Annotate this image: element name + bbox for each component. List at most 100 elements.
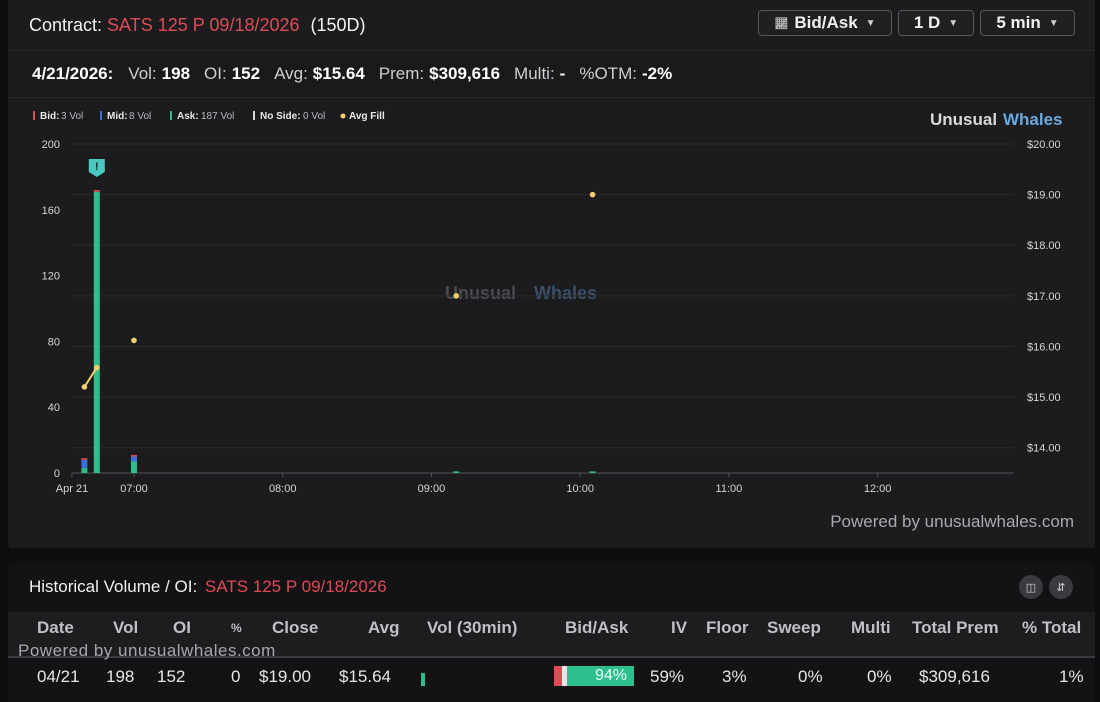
cell-vol: 198	[106, 667, 135, 686]
bid-ask-volume-chart[interactable]: Bid: 3 Vol Mid: 8 Vol Ask: 187 Vol No Si…	[8, 99, 1095, 504]
volume-bars: !	[81, 159, 596, 473]
bid-segment	[554, 666, 562, 686]
avg-fill-point	[589, 191, 596, 198]
contract-label: Contract:	[29, 14, 103, 35]
noside-legend-swatch	[253, 111, 255, 120]
mid-legend-label: Mid:	[107, 111, 128, 122]
interval-dropdown[interactable]: 5 min ▼	[980, 10, 1075, 36]
x-tick-label: 08:00	[269, 483, 297, 495]
ask-legend-vol: 187 Vol	[201, 111, 234, 122]
y-left-tick-label: 200	[42, 139, 60, 151]
prem-key: Prem:	[378, 64, 425, 83]
col-pct[interactable]: %	[231, 621, 242, 635]
cell-iv: 59%	[650, 667, 685, 686]
vol-value: 198	[161, 64, 191, 83]
y-left-tick-label: 80	[48, 336, 60, 348]
table-header: Date Vol OI % Close Avg Vol (30min) Bid/…	[8, 612, 1095, 660]
col-multi[interactable]: Multi	[851, 618, 891, 638]
col-oi[interactable]: OI	[173, 618, 191, 638]
chevron-down-icon: ▼	[1048, 17, 1059, 29]
otm-key: %OTM:	[579, 64, 637, 83]
col-floor[interactable]: Floor	[706, 618, 749, 638]
y-left-tick-label: 0	[54, 468, 60, 480]
bid-bar	[93, 190, 100, 192]
col-vol[interactable]: Vol	[113, 618, 138, 638]
expand-collapse-icon[interactable]: ⇵	[1049, 575, 1073, 599]
view-dropdown-label: Bid/Ask	[794, 13, 858, 32]
historical-contract: SATS 125 P 09/18/2026	[204, 577, 387, 596]
cell-avg: $15.64	[339, 667, 391, 686]
historical-volume-panel: Historical Volume / OI: SATS 125 P 09/18…	[8, 563, 1095, 702]
bid-legend-swatch	[33, 111, 35, 120]
col-total-prem[interactable]: Total Prem	[912, 618, 999, 638]
y-right-tick-label: $15.00	[1027, 392, 1061, 404]
ask-bar	[589, 471, 596, 473]
range-dropdown[interactable]: 1 D ▼	[898, 10, 974, 36]
bid-legend-vol: 3 Vol	[61, 111, 83, 122]
chart-legend: Bid: 3 Vol Mid: 8 Vol Ask: 187 Vol No Si…	[33, 111, 385, 122]
avg-fill-legend-label: Avg Fill	[349, 111, 385, 122]
y-right-tick-label: $14.00	[1027, 443, 1061, 455]
bid-legend-label: Bid:	[40, 111, 59, 122]
avg-fill-point	[93, 364, 100, 371]
col-bid-ask[interactable]: Bid/Ask	[565, 618, 628, 638]
ask-bar	[130, 461, 137, 473]
table-watermark: Powered by unusualwhales.com	[18, 641, 276, 660]
table-row[interactable]: 04/21 198 152 0 $19.00 $15.64 94% 59% 3%…	[8, 660, 1095, 700]
col-vol-30min[interactable]: Vol (30min)	[427, 618, 517, 638]
cell-sweep: 0%	[798, 667, 823, 686]
col-avg[interactable]: Avg	[368, 618, 400, 638]
mid-bar	[81, 459, 88, 469]
multi-key: Multi:	[514, 64, 555, 83]
col-date[interactable]: Date	[37, 618, 74, 638]
avg-value: $15.64	[312, 64, 365, 83]
ask-legend-label: Ask:	[177, 111, 199, 122]
ask-legend-swatch	[170, 111, 172, 120]
mid-legend-vol: 8 Vol	[129, 111, 151, 122]
chart-axes: $20.00 $19.00 $18.00 $17.00 $16.00 $15.00 $14.…	[42, 139, 1061, 495]
cell-oi: 152	[157, 667, 186, 686]
otm-value: -2%	[641, 64, 673, 83]
noside-legend-vol: 0 Vol	[303, 111, 325, 122]
ask-bar	[93, 191, 100, 473]
avg-fill-legend-swatch	[340, 113, 346, 119]
bid-bar	[130, 454, 137, 457]
alert-marker-label: !	[95, 161, 99, 173]
interval-dropdown-label: 5 min	[996, 13, 1041, 32]
vol-30min-bar	[421, 673, 425, 686]
col-iv[interactable]: IV	[671, 618, 687, 638]
chevron-down-icon: ▼	[948, 17, 959, 29]
watermark-word-1: Unusual	[445, 283, 516, 303]
multi-value: -	[559, 64, 566, 83]
vol-key: Vol:	[128, 64, 157, 83]
x-tick-label: 12:00	[864, 483, 892, 495]
oi-value: 152	[231, 64, 261, 83]
bid-bar	[81, 458, 88, 460]
col-sweep[interactable]: Sweep	[767, 618, 821, 638]
col-pct-total[interactable]: % Total	[1022, 618, 1081, 638]
y-left-tick-label: 40	[48, 402, 60, 414]
ask-bar	[453, 471, 460, 473]
watermark-word-2: Whales	[534, 283, 597, 303]
alert-marker: !	[88, 159, 105, 177]
cell-date: 04/21	[37, 667, 80, 686]
avg-fill-point	[81, 384, 88, 390]
cell-multi: 0%	[867, 667, 892, 686]
mid-bar	[130, 456, 137, 462]
y-right-tick-label: $20.00	[1027, 139, 1061, 151]
line-chart-icon: 📈︎	[774, 17, 789, 30]
y-right-tick-label: $19.00	[1027, 190, 1061, 202]
brand-word-2: Whales	[1003, 110, 1063, 129]
y-right-tick-label: $18.00	[1027, 240, 1061, 252]
bid-ask-bar: 94%	[554, 666, 634, 686]
x-tick-label: 07:00	[120, 483, 148, 495]
x-tick-label: 10:00	[566, 483, 594, 495]
x-tick-label: Apr 21	[56, 483, 88, 495]
avg-fill-point	[131, 337, 137, 344]
view-dropdown[interactable]: 📈︎ Bid/Ask ▼	[758, 10, 892, 36]
col-close[interactable]: Close	[272, 618, 318, 638]
historical-header: Historical Volume / OI: SATS 125 P 09/18…	[29, 577, 387, 597]
y-left-tick-label: 120	[42, 271, 60, 283]
columns-icon[interactable]: ◫	[1019, 575, 1043, 599]
y-right-tick-label: $17.00	[1027, 291, 1061, 303]
